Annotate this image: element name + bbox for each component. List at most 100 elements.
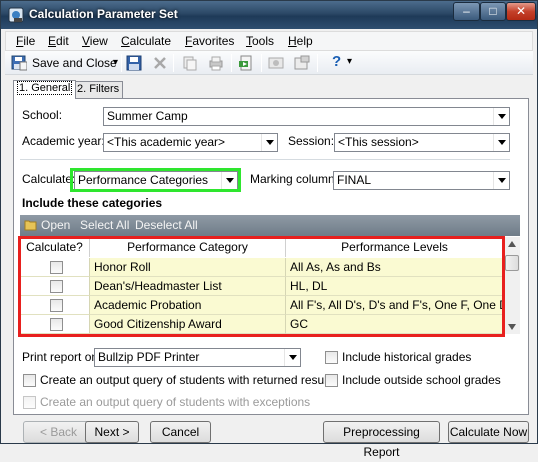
print-report-label: Print report on <box>22 350 99 364</box>
chevron-down-icon[interactable] <box>493 172 509 189</box>
tab-filters[interactable]: 2. Filters <box>73 81 124 98</box>
levels-cell: HL, DL <box>286 277 503 296</box>
help-icon[interactable]: ? <box>332 53 341 70</box>
save-close-icon <box>11 55 27 71</box>
toolbar: Save and Close ▾ ? ▾ <box>5 51 533 75</box>
minimize-button[interactable]: – <box>453 2 480 21</box>
menu-view[interactable]: View <box>82 34 108 48</box>
cancel-button[interactable]: Cancel <box>150 421 211 443</box>
delete-icon[interactable] <box>151 54 169 72</box>
deselect-all-button[interactable]: Deselect All <box>135 218 198 232</box>
print-icon[interactable] <box>207 54 225 72</box>
levels-cell: All F's, All D's, D's and F's, One F, On… <box>286 296 503 315</box>
session-value: <This session> <box>338 135 419 149</box>
category-cell: Honor Roll <box>90 258 286 277</box>
section-title: Include these categories <box>22 196 163 210</box>
output-exceptions-label[interactable]: Create an output query of students with … <box>40 395 310 409</box>
calculate-checkbox[interactable] <box>50 318 63 331</box>
table-row[interactable]: Academic Probation All F's, All D's, D's… <box>20 296 503 315</box>
tab-general[interactable]: 1. General <box>13 80 77 99</box>
chevron-down-icon[interactable]: ▾ <box>347 56 352 67</box>
next-button[interactable]: Next > <box>85 421 139 443</box>
copy-icon[interactable] <box>181 54 199 72</box>
menu-help[interactable]: Help <box>288 34 313 48</box>
printer-select[interactable]: Bullzip PDF Printer <box>94 348 301 367</box>
grid-scrollbar[interactable] <box>503 237 520 334</box>
close-window-button[interactable]: ✕ <box>506 2 536 21</box>
scroll-down-icon[interactable] <box>508 324 516 330</box>
categories-grid: Calculate? Performance Category Performa… <box>20 237 503 334</box>
academic-year-value: <This academic year> <box>107 135 226 149</box>
folder-open-icon <box>24 220 37 231</box>
academic-year-label: Academic year: <box>22 134 105 148</box>
toolbar-separator <box>121 54 122 72</box>
output-exceptions-checkbox[interactable] <box>23 396 36 409</box>
menu-calculate[interactable]: Calculate <box>121 34 171 48</box>
toolbar-separator <box>231 54 232 72</box>
menu-file[interactable]: File <box>16 34 35 48</box>
include-outside-label[interactable]: Include outside school grades <box>342 373 501 387</box>
scroll-thumb[interactable] <box>505 255 519 271</box>
image-icon[interactable] <box>267 54 285 72</box>
calculate-cell <box>20 277 90 296</box>
school-select[interactable]: Summer Camp <box>103 107 510 126</box>
preprocessing-report-button[interactable]: Preprocessing Report <box>323 421 440 459</box>
scroll-up-icon[interactable] <box>508 241 516 247</box>
calculate-now-button[interactable]: Calculate Now <box>448 421 529 443</box>
window-title: Calculation Parameter Set <box>29 7 178 21</box>
column-header-levels[interactable]: Performance Levels <box>286 237 503 257</box>
chevron-down-icon[interactable] <box>284 349 300 366</box>
grid-toolbar: Open Select All Deselect All <box>20 215 520 236</box>
calculate-highlight <box>70 168 241 192</box>
session-label: Session: <box>288 134 335 148</box>
toolbar-separator <box>173 54 174 72</box>
toolbar-separator <box>317 54 318 72</box>
save-and-close-label: Save and Close <box>32 56 117 70</box>
chevron-down-icon[interactable] <box>261 134 277 151</box>
output-returned-checkbox[interactable] <box>23 374 36 387</box>
calculate-checkbox[interactable] <box>50 299 63 312</box>
open-button[interactable]: Open <box>41 218 70 232</box>
category-cell: Dean's/Headmaster List <box>90 277 286 296</box>
levels-cell: All As, As and Bs <box>286 258 503 277</box>
table-row[interactable]: Good Citizenship Award GC <box>20 315 503 334</box>
maximize-button[interactable]: □ <box>480 2 506 21</box>
column-header-category[interactable]: Performance Category <box>90 237 286 257</box>
menu-tools[interactable]: Tools <box>246 34 274 48</box>
title-bar: Calculation Parameter Set – □ ✕ <box>1 1 537 29</box>
column-header-calculate[interactable]: Calculate? <box>20 237 90 257</box>
calculation-parameter-window: Calculation Parameter Set – □ ✕ File Edi… <box>0 0 538 459</box>
divider <box>20 159 510 160</box>
report-icon[interactable] <box>237 54 255 72</box>
properties-icon[interactable] <box>293 54 311 72</box>
save-icon[interactable] <box>125 54 143 72</box>
calculate-checkbox[interactable] <box>50 280 63 293</box>
printer-value: Bullzip PDF Printer <box>98 350 200 364</box>
include-historical-label[interactable]: Include historical grades <box>342 350 471 364</box>
include-outside-checkbox[interactable] <box>325 374 338 387</box>
output-returned-label[interactable]: Create an output query of students with … <box>40 373 336 387</box>
levels-cell: GC <box>286 315 503 334</box>
table-row[interactable]: Honor Roll All As, As and Bs <box>20 258 503 277</box>
school-label: School: <box>22 108 63 122</box>
app-icon <box>8 7 24 23</box>
chevron-down-icon[interactable]: ▾ <box>113 53 118 73</box>
table-row[interactable]: Dean's/Headmaster List HL, DL <box>20 277 503 296</box>
calculate-cell <box>20 296 90 315</box>
select-all-button[interactable]: Select All <box>80 218 129 232</box>
calculate-checkbox[interactable] <box>50 261 63 274</box>
chevron-down-icon[interactable] <box>493 134 509 151</box>
chevron-down-icon[interactable] <box>493 108 509 125</box>
session-select[interactable]: <This session> <box>334 133 510 152</box>
academic-year-select[interactable]: <This academic year> <box>103 133 278 152</box>
back-button[interactable]: < Back <box>23 421 94 443</box>
calculate-label: Calculate: <box>22 172 76 186</box>
calculate-cell <box>20 315 90 334</box>
marking-column-value: FINAL <box>337 173 372 187</box>
menu-favorites[interactable]: Favorites <box>185 34 234 48</box>
menu-edit[interactable]: Edit <box>48 34 69 48</box>
include-historical-checkbox[interactable] <box>325 351 338 364</box>
menu-bar: File Edit View Calculate Favorites Tools… <box>5 31 533 51</box>
category-cell: Good Citizenship Award <box>90 315 286 334</box>
marking-column-select[interactable]: FINAL <box>333 171 510 190</box>
